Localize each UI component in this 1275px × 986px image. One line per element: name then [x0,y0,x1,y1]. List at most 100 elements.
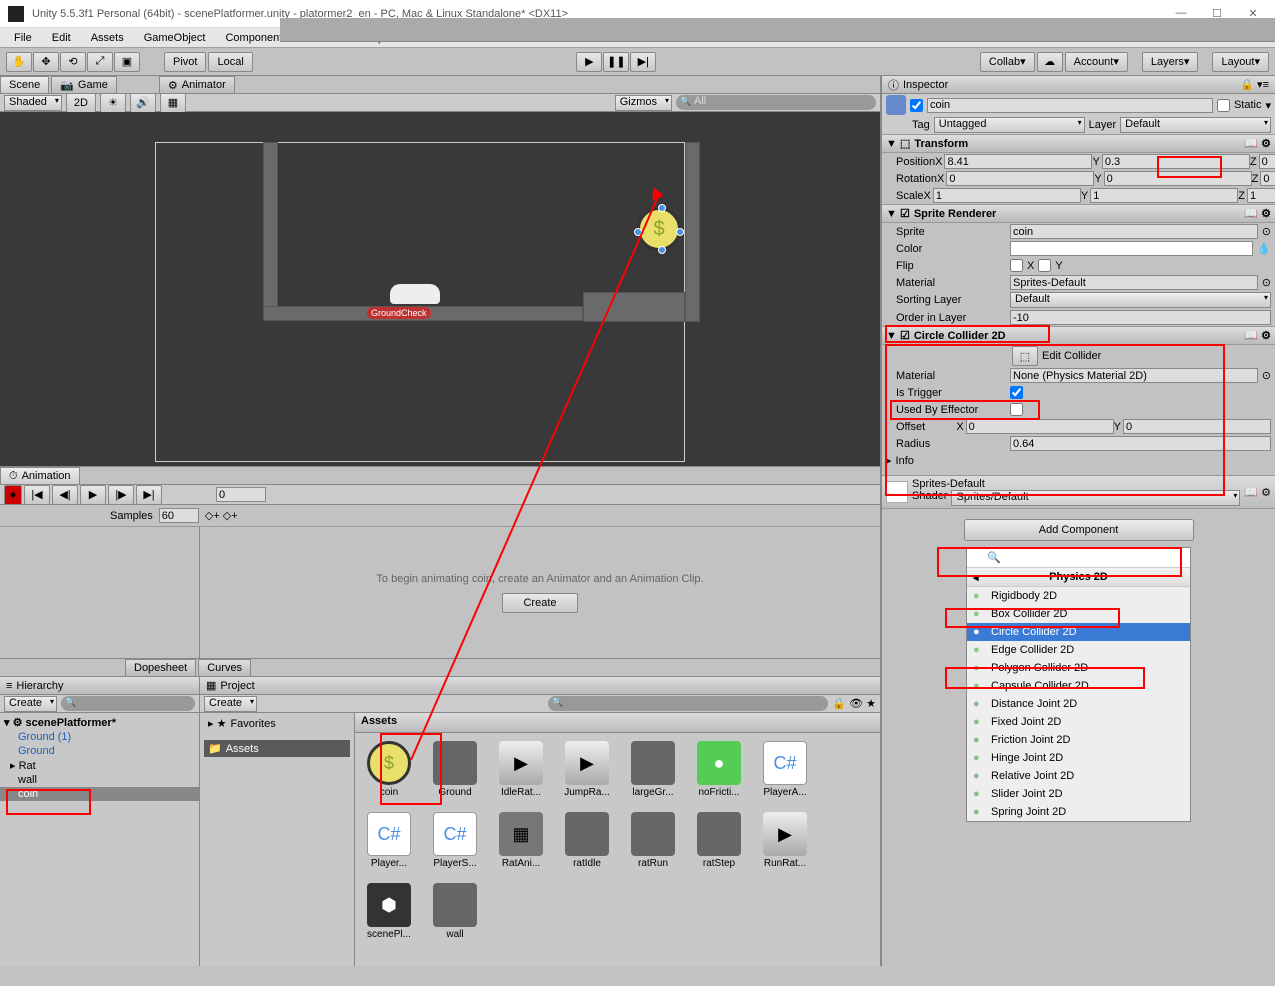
scale-x[interactable] [933,188,1081,203]
hierarchy-item[interactable]: wall [0,773,199,787]
component-menu-item[interactable]: ●Relative Joint 2D [967,767,1190,785]
shading-dropdown[interactable]: Shaded [4,95,62,111]
hierarchy-search[interactable] [61,696,195,711]
hierarchy-item[interactable]: Ground [0,744,199,758]
scene-search[interactable]: All [676,95,876,110]
asset-item[interactable]: ratRun [627,812,679,869]
pos-x[interactable] [944,154,1092,169]
tag-dropdown[interactable]: Untagged [934,117,1085,133]
component-menu-header[interactable]: ◂Physics 2D [967,568,1190,587]
layout-dropdown[interactable]: Layout ▾ [1212,52,1269,72]
transform-header[interactable]: ▼ ⬚ Transform📖 ⚙ [882,134,1275,153]
pause-button[interactable]: ❚❚ [603,52,629,72]
component-menu-item[interactable]: ●Edge Collider 2D [967,641,1190,659]
component-menu-item[interactable]: ●Friction Joint 2D [967,731,1190,749]
menu-file[interactable]: File [6,30,40,46]
tab-animator[interactable]: ⚙ Animator [159,76,235,93]
rot-y[interactable] [1104,171,1252,186]
asset-item[interactable]: largeGr... [627,741,679,798]
asset-item[interactable]: ⬢scenePl... [363,883,415,940]
component-menu-item[interactable]: ●Fixed Joint 2D [967,713,1190,731]
tab-animation[interactable]: ⏱ Animation [0,467,80,484]
rect-tool[interactable]: ▣ [114,52,140,72]
component-menu-item[interactable]: ●Spring Joint 2D [967,803,1190,821]
component-menu-item[interactable]: ●Circle Collider 2D [967,623,1190,641]
sprite-renderer-header[interactable]: ▼ ☑ Sprite Renderer📖 ⚙ [882,204,1275,223]
move-tool[interactable]: ✥ [33,52,59,72]
asset-item[interactable]: ratIdle [561,812,613,869]
2d-toggle[interactable]: 2D [66,93,96,113]
cloud-button[interactable]: ☁ [1037,52,1063,72]
scene-root[interactable]: ▾ ⚙ scenePlatformer* [0,715,199,730]
anim-first[interactable]: |◀ [24,485,50,505]
project-create[interactable]: Create [204,696,257,712]
menu-edit[interactable]: Edit [44,30,79,46]
phys-material[interactable] [1010,368,1258,383]
hierarchy-create[interactable]: Create [4,696,57,712]
component-menu-item[interactable]: ●Rigidbody 2D [967,587,1190,605]
hierarchy-item[interactable]: ▸ Rat [0,758,199,773]
component-menu-item[interactable]: ●Box Collider 2D [967,605,1190,623]
is-trigger-checkbox[interactable] [1010,386,1023,399]
menu-assets[interactable]: Assets [83,30,132,46]
record-button[interactable]: ● [4,485,22,505]
asset-item[interactable]: $coin [363,741,415,798]
sorting-layer[interactable]: Default [1010,292,1271,308]
asset-item[interactable]: ▶RunRat... [759,812,811,869]
component-menu-item[interactable]: ●Capsule Collider 2D [967,677,1190,695]
hierarchy-item[interactable]: Ground (1) [0,730,199,744]
asset-item[interactable]: C#PlayerS... [429,812,481,869]
name-field[interactable] [927,98,1213,113]
asset-item[interactable]: C#Player... [363,812,415,869]
tab-curves[interactable]: Curves [198,659,251,676]
favorites-folder[interactable]: ▸ ★ Favorites [204,715,350,732]
layer-dropdown[interactable]: Default [1120,117,1271,133]
asset-item[interactable]: ratStep [693,812,745,869]
component-menu-item[interactable]: ●Distance Joint 2D [967,695,1190,713]
pivot-toggle[interactable]: Pivot [164,52,206,72]
asset-item[interactable]: Ground [429,741,481,798]
tab-game[interactable]: 📷 Game [51,76,117,93]
tab-scene[interactable]: Scene [0,76,49,93]
gizmos-dropdown[interactable]: Gizmos [615,95,672,111]
anim-play[interactable]: ▶ [80,485,106,505]
static-checkbox[interactable] [1217,99,1230,112]
step-button[interactable]: ▶| [630,52,656,72]
layers-dropdown[interactable]: Layers ▾ [1142,52,1199,72]
asset-item[interactable]: ●noFricti... [693,741,745,798]
assets-folder[interactable]: 📁 Assets [204,740,350,757]
used-by-effector[interactable] [1010,403,1023,416]
component-search[interactable] [967,548,1190,568]
radius-field[interactable] [1010,436,1271,451]
component-menu-item[interactable]: ●Slider Joint 2D [967,785,1190,803]
pos-y[interactable] [1102,154,1250,169]
asset-item[interactable]: C#PlayerA... [759,741,811,798]
flip-y[interactable] [1038,259,1051,272]
samples-field[interactable] [159,508,199,523]
offset-x[interactable] [966,419,1114,434]
material-preview[interactable]: Sprites-Default ShaderSprites/Default 📖 … [882,475,1275,509]
frame-field[interactable] [216,487,266,502]
edit-collider-button[interactable]: ⬚ [1012,346,1038,366]
scene-viewport[interactable]: $ GroundCheck [0,112,880,466]
asset-item[interactable]: ▶IdleRat... [495,741,547,798]
component-menu-item[interactable]: ●Polygon Collider 2D [967,659,1190,677]
fx-toggle[interactable]: ▦ [160,93,186,113]
coin-sprite[interactable]: $ [637,207,681,251]
create-clip-button[interactable]: Create [502,593,577,613]
asset-item[interactable]: ▦RatAni... [495,812,547,869]
circle-collider-header[interactable]: ▼ ☑ Circle Collider 2D📖 ⚙ [882,326,1275,345]
active-checkbox[interactable] [910,99,923,112]
hierarchy-item-coin[interactable]: coin [0,787,199,801]
rotate-tool[interactable]: ⟲ [60,52,86,72]
flip-x[interactable] [1010,259,1023,272]
audio-toggle[interactable]: 🔊 [130,93,156,113]
add-component-button[interactable]: Add Component [964,519,1194,541]
order-field[interactable] [1010,310,1271,325]
asset-item[interactable]: ▶JumpRa... [561,741,613,798]
tab-dopesheet[interactable]: Dopesheet [125,659,196,676]
light-toggle[interactable]: ☀ [100,93,126,113]
asset-item[interactable]: wall [429,883,481,940]
project-search[interactable] [548,696,828,711]
hand-tool[interactable]: ✋ [6,52,32,72]
